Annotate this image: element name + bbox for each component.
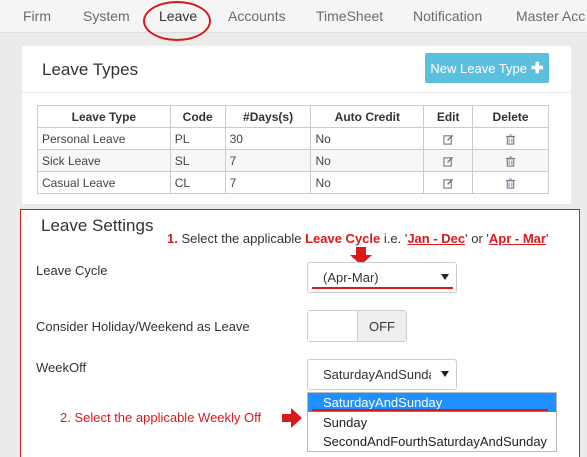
weekoff-select[interactable]: SaturdayAndSunday [307, 359, 457, 390]
annotation-weekly-off: 2. Select the applicable Weekly Off [60, 410, 262, 425]
auto-credit-cell: No [310, 149, 425, 172]
delete-cell [472, 149, 549, 172]
auto-credit-cell: No [310, 127, 425, 150]
leave-types-panel: Leave Types New Leave Type ✚ Leave Type … [22, 46, 571, 204]
table-row: Personal Leave PL 30 No [37, 127, 549, 150]
leave-settings-title: Leave Settings [41, 216, 154, 235]
leave-type-cell: Casual Leave [37, 171, 171, 194]
column-header: Delete [472, 105, 549, 128]
annotation-text: ' [545, 231, 549, 246]
annotation-text: ' or ' [465, 231, 489, 246]
table-header-row: Leave Type Code #Days(s) Auto Credit Edi… [37, 105, 549, 128]
underline-mark [312, 409, 548, 411]
weekoff-option[interactable]: SecondAndFourthSaturdayAndSunday [308, 432, 556, 451]
days-cell: 7 [224, 149, 312, 172]
column-header: Code [169, 105, 226, 128]
trash-icon[interactable] [505, 134, 516, 145]
code-cell: SL [169, 149, 226, 172]
chevron-down-icon [441, 371, 449, 377]
days-cell: 30 [224, 127, 312, 150]
tab-system[interactable]: System [83, 8, 130, 24]
code-cell: CL [169, 171, 226, 194]
delete-cell [472, 127, 549, 150]
chevron-down-icon [441, 274, 449, 280]
divider [22, 92, 571, 93]
leave-type-cell: Sick Leave [37, 149, 171, 172]
weekoff-label: WeekOff [36, 360, 87, 375]
annotation-text: i.e. ' [383, 231, 408, 246]
leave-cycle-value: (Apr-Mar) [323, 270, 379, 285]
weekoff-value: SaturdayAndSunday [323, 367, 431, 382]
underline-mark [312, 287, 453, 289]
edit-icon[interactable] [443, 156, 454, 167]
edit-icon[interactable] [443, 178, 454, 189]
edit-icon[interactable] [443, 134, 454, 145]
table-row: Casual Leave CL 7 No [37, 171, 549, 194]
annotation-option: Jan - Dec [407, 231, 466, 246]
column-header: #Days(s) [224, 105, 312, 128]
annotation-text: Select the applicable [181, 231, 302, 246]
tab-firm[interactable]: Firm [23, 8, 51, 24]
highlight-circle [143, 1, 211, 41]
weekoff-dropdown-list: SaturdayAndSunday Sunday SecondAndFourth… [307, 392, 557, 452]
toggle-state: OFF [358, 311, 406, 341]
tab-timesheet[interactable]: TimeSheet [316, 8, 383, 24]
arrow-right-icon [282, 408, 302, 428]
leave-types-table: Leave Type Code #Days(s) Auto Credit Edi… [37, 105, 549, 194]
column-header: Edit [423, 105, 474, 128]
column-header: Auto Credit [310, 105, 425, 128]
annotation-emphasis: Leave Cycle [305, 231, 381, 246]
toggle-knob [308, 311, 358, 341]
trash-icon[interactable] [505, 178, 516, 189]
weekoff-option[interactable]: Sunday [308, 413, 556, 432]
column-header: Leave Type [37, 105, 171, 128]
leave-type-cell: Personal Leave [37, 127, 171, 150]
tab-accounts[interactable]: Accounts [228, 8, 286, 24]
table-row: Sick Leave SL 7 No [37, 149, 549, 172]
edit-cell [423, 171, 474, 194]
annotation-leave-cycle: 1. Select the applicable Leave Cycle i.e… [167, 231, 548, 246]
plus-icon: ✚ [531, 59, 544, 77]
new-leave-type-button[interactable]: New Leave Type ✚ [425, 53, 549, 83]
top-tab-bar: Firm System Leave Accounts TimeSheet Not… [0, 0, 587, 41]
edit-cell [423, 127, 474, 150]
annotation-number: 1. [167, 231, 178, 246]
auto-credit-cell: No [310, 171, 425, 194]
holiday-weekend-toggle[interactable]: OFF [307, 310, 407, 342]
code-cell: PL [169, 127, 226, 150]
tab-master-accounts[interactable]: Master Acc [516, 8, 585, 24]
holiday-weekend-label: Consider Holiday/Weekend as Leave [36, 319, 250, 334]
delete-cell [472, 171, 549, 194]
leave-types-title: Leave Types [42, 60, 139, 79]
annotation-option: Apr - Mar [488, 231, 546, 246]
tab-notification[interactable]: Notification [413, 8, 482, 24]
new-leave-type-label: New Leave Type [430, 60, 528, 76]
edit-cell [423, 149, 474, 172]
leave-cycle-label: Leave Cycle [36, 263, 108, 278]
days-cell: 7 [224, 171, 312, 194]
trash-icon[interactable] [505, 156, 516, 167]
